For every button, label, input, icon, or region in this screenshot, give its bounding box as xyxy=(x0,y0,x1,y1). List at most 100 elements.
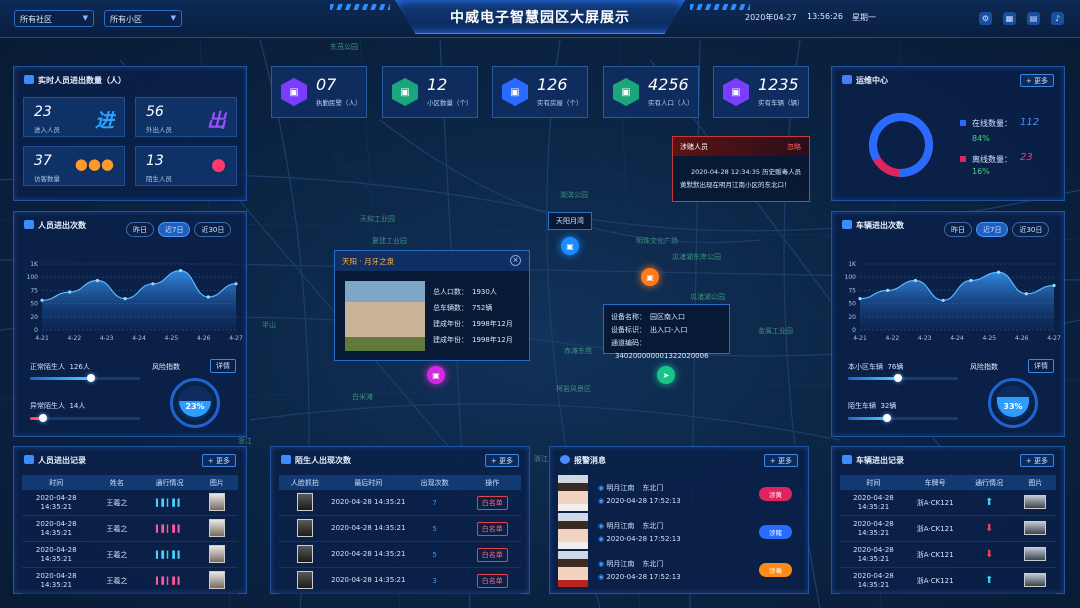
tab-yesterday[interactable]: 昨日 xyxy=(944,222,972,237)
table-row[interactable]: 2020-04-28 14:35:21 浙A·CK121 ⬇ xyxy=(840,516,1056,542)
more-button[interactable]: + 更多 xyxy=(1019,454,1054,467)
table-cell: 5 xyxy=(432,550,437,559)
alarm-tag[interactable]: 涉毒 xyxy=(759,563,792,577)
alarm-tag[interactable]: 涉赌 xyxy=(759,525,792,539)
bar-knob xyxy=(86,374,95,382)
realtime-tile: 56 外出人员 出 xyxy=(135,97,237,137)
table-row[interactable]: 2020-04-28 14:35:21 浙A·CK121 ⬆ xyxy=(840,490,1056,516)
alarm-avatar[interactable] xyxy=(558,475,588,511)
detail-button[interactable]: 详情 xyxy=(1028,359,1054,373)
table-row[interactable]: 2020-04-28 14:35:21 3 白名单 xyxy=(279,568,521,594)
vehicle-photo[interactable] xyxy=(1024,572,1047,587)
map-label: 湖滨公园 xyxy=(560,191,588,199)
alarm-icon xyxy=(560,455,570,464)
alert-popup: 涉赌人员 忽略 2020-04-28 12:34:35 历史贩毒人员 黄默默出现… xyxy=(672,136,810,202)
tab-7days[interactable]: 近7日 xyxy=(976,222,1009,237)
community-pin-icon[interactable]: ▣ xyxy=(427,366,445,384)
visitors-icon: ●●● xyxy=(74,155,114,173)
bar-fill xyxy=(30,377,91,380)
records-icon xyxy=(24,455,34,464)
alarm-item[interactable]: ◉ 明月江南 东北门 ◉ 2020-04-28 17:52:13 涉毒 xyxy=(558,551,800,591)
alarm-item[interactable]: ◉ 明月江南 东北门 ◉ 2020-04-28 17:52:13 涉赌 xyxy=(558,513,800,553)
person-photo[interactable] xyxy=(208,492,225,511)
tab-30days[interactable]: 近30日 xyxy=(194,222,232,237)
building-pin-icon[interactable]: ▣ xyxy=(641,268,659,286)
face-capture-photo[interactable] xyxy=(296,544,313,563)
y-tick-label: 100 xyxy=(845,274,857,281)
table-cell: ▍▌▎▌▍ xyxy=(143,577,196,585)
whitelist-button[interactable]: 白名单 xyxy=(476,547,508,562)
document-icon[interactable]: ▤ xyxy=(1027,12,1040,25)
person-photo[interactable] xyxy=(208,518,225,537)
face-capture-photo[interactable] xyxy=(296,518,313,537)
close-icon[interactable]: × xyxy=(510,255,521,266)
kpi-value: 12 xyxy=(427,75,448,94)
area-select[interactable]: 所有小区 ▼ xyxy=(104,10,182,27)
local-vehicle-bar xyxy=(848,374,958,382)
kpi-label: 小区数量（个） xyxy=(427,99,473,107)
table-row[interactable]: 2020-04-28 14:35:21 王羲之 ▍▌▎▌▍ xyxy=(22,568,238,594)
x-tick-label: 4-22 xyxy=(886,335,900,342)
panel-title-text: 人员进出记录 xyxy=(38,456,86,465)
risk-label: 风险指数 xyxy=(970,363,998,371)
vehicle-photo[interactable] xyxy=(1024,494,1047,509)
table-row[interactable]: 2020-04-28 14:35:21 王羲之 ▍▌▎▌▍ xyxy=(22,542,238,568)
kpi-label: 实有车辆（辆） xyxy=(758,99,804,107)
table-row[interactable]: 2020-04-28 14:35:21 王羲之 ▍▌▎▌▍ xyxy=(22,516,238,542)
whitelist-button[interactable]: 白名单 xyxy=(476,521,508,536)
info-value: 出入口-入口 xyxy=(650,326,688,334)
info-row: 通道编码： 340200000001322020006 xyxy=(611,337,722,360)
whitelist-button[interactable]: 白名单 xyxy=(476,573,508,588)
community-select[interactable]: 所有社区 ▼ xyxy=(14,10,94,27)
face-capture-photo[interactable] xyxy=(296,570,313,589)
table-row[interactable]: 2020-04-28 14:35:21 7 白名单 xyxy=(279,490,521,516)
more-button[interactable]: + 更多 xyxy=(763,454,798,467)
table-row[interactable]: 2020-04-28 14:35:21 5 白名单 xyxy=(279,516,521,542)
more-button[interactable]: + 更多 xyxy=(201,454,236,467)
panel-title-text: 车辆进出次数 xyxy=(856,221,904,230)
table-row[interactable]: 2020-04-28 14:35:21 浙A·CK121 ⬆ xyxy=(840,568,1056,594)
face-capture-photo[interactable] xyxy=(296,492,313,511)
map-label: 半山 xyxy=(262,321,276,329)
panel-title-text: 实时人员进出数量（人） xyxy=(38,76,126,85)
legend-online-swatch xyxy=(960,120,966,126)
vehicle-photo[interactable] xyxy=(1024,520,1047,535)
tab-30days[interactable]: 近30日 xyxy=(1012,222,1050,237)
ignore-button[interactable]: 忽略 xyxy=(787,142,801,152)
data-point xyxy=(68,290,72,294)
whitelist-button[interactable]: 白名单 xyxy=(476,495,508,510)
arrow-down-icon: ⬇ xyxy=(984,523,994,534)
table-cell: 王羲之 xyxy=(106,524,128,533)
table-header: 时间 姓名 通行情况 图片 xyxy=(22,475,238,490)
more-button[interactable]: + 更多 xyxy=(484,454,519,467)
table-row[interactable]: 2020-04-28 14:35:21 王羲之 ▍▌▎▌▍ xyxy=(22,490,238,516)
grid-icon[interactable]: ▦ xyxy=(1003,12,1016,25)
detail-button[interactable]: 详情 xyxy=(210,359,236,373)
y-tick-label: 20 xyxy=(848,314,856,321)
vehicle-photo[interactable] xyxy=(1024,546,1047,561)
alarm-avatar[interactable] xyxy=(558,513,588,549)
table-row[interactable]: 2020-04-28 14:35:21 浙A·CK121 ⬇ xyxy=(840,542,1056,568)
settings-icon[interactable]: ⚙ xyxy=(979,12,992,25)
alarm-item[interactable]: ◉ 明月江南 东北门 ◉ 2020-04-28 17:52:13 涉黄 xyxy=(558,475,800,515)
more-button[interactable]: + 更多 xyxy=(1019,74,1054,87)
label-text: 陌生车辆 xyxy=(848,402,876,410)
alarm-tag[interactable]: 涉黄 xyxy=(759,487,792,501)
online-label: 在线数量： xyxy=(972,119,1012,128)
table-row[interactable]: 2020-04-28 14:35:21 5 白名单 xyxy=(279,542,521,568)
alarm-location: ◉ 明月江南 东北门 xyxy=(598,521,663,531)
tab-7days[interactable]: 近7日 xyxy=(158,222,191,237)
title-wing-left xyxy=(330,4,390,10)
location-pin-icon[interactable]: ▣ xyxy=(561,237,579,255)
person-photo[interactable] xyxy=(208,544,225,563)
alarm-gate: 东北门 xyxy=(642,522,664,530)
alarm-time-row: ◉ 2020-04-28 17:52:13 xyxy=(598,535,681,543)
stranger-table: 人脸抓拍 最后时间 出现次数 操作 2020-04-28 14:35:21 7 白名单 202… xyxy=(279,475,521,594)
alarm-avatar[interactable] xyxy=(558,551,588,587)
person-photo[interactable] xyxy=(208,570,225,589)
camera-pin-icon[interactable]: ➤ xyxy=(657,366,675,384)
bell-icon[interactable]: ♪ xyxy=(1051,12,1064,25)
alarm-time: 2020-04-28 17:52:13 xyxy=(606,535,681,543)
tab-yesterday[interactable]: 昨日 xyxy=(126,222,154,237)
table-header: 时间 车牌号 通行情况 图片 xyxy=(840,475,1056,490)
